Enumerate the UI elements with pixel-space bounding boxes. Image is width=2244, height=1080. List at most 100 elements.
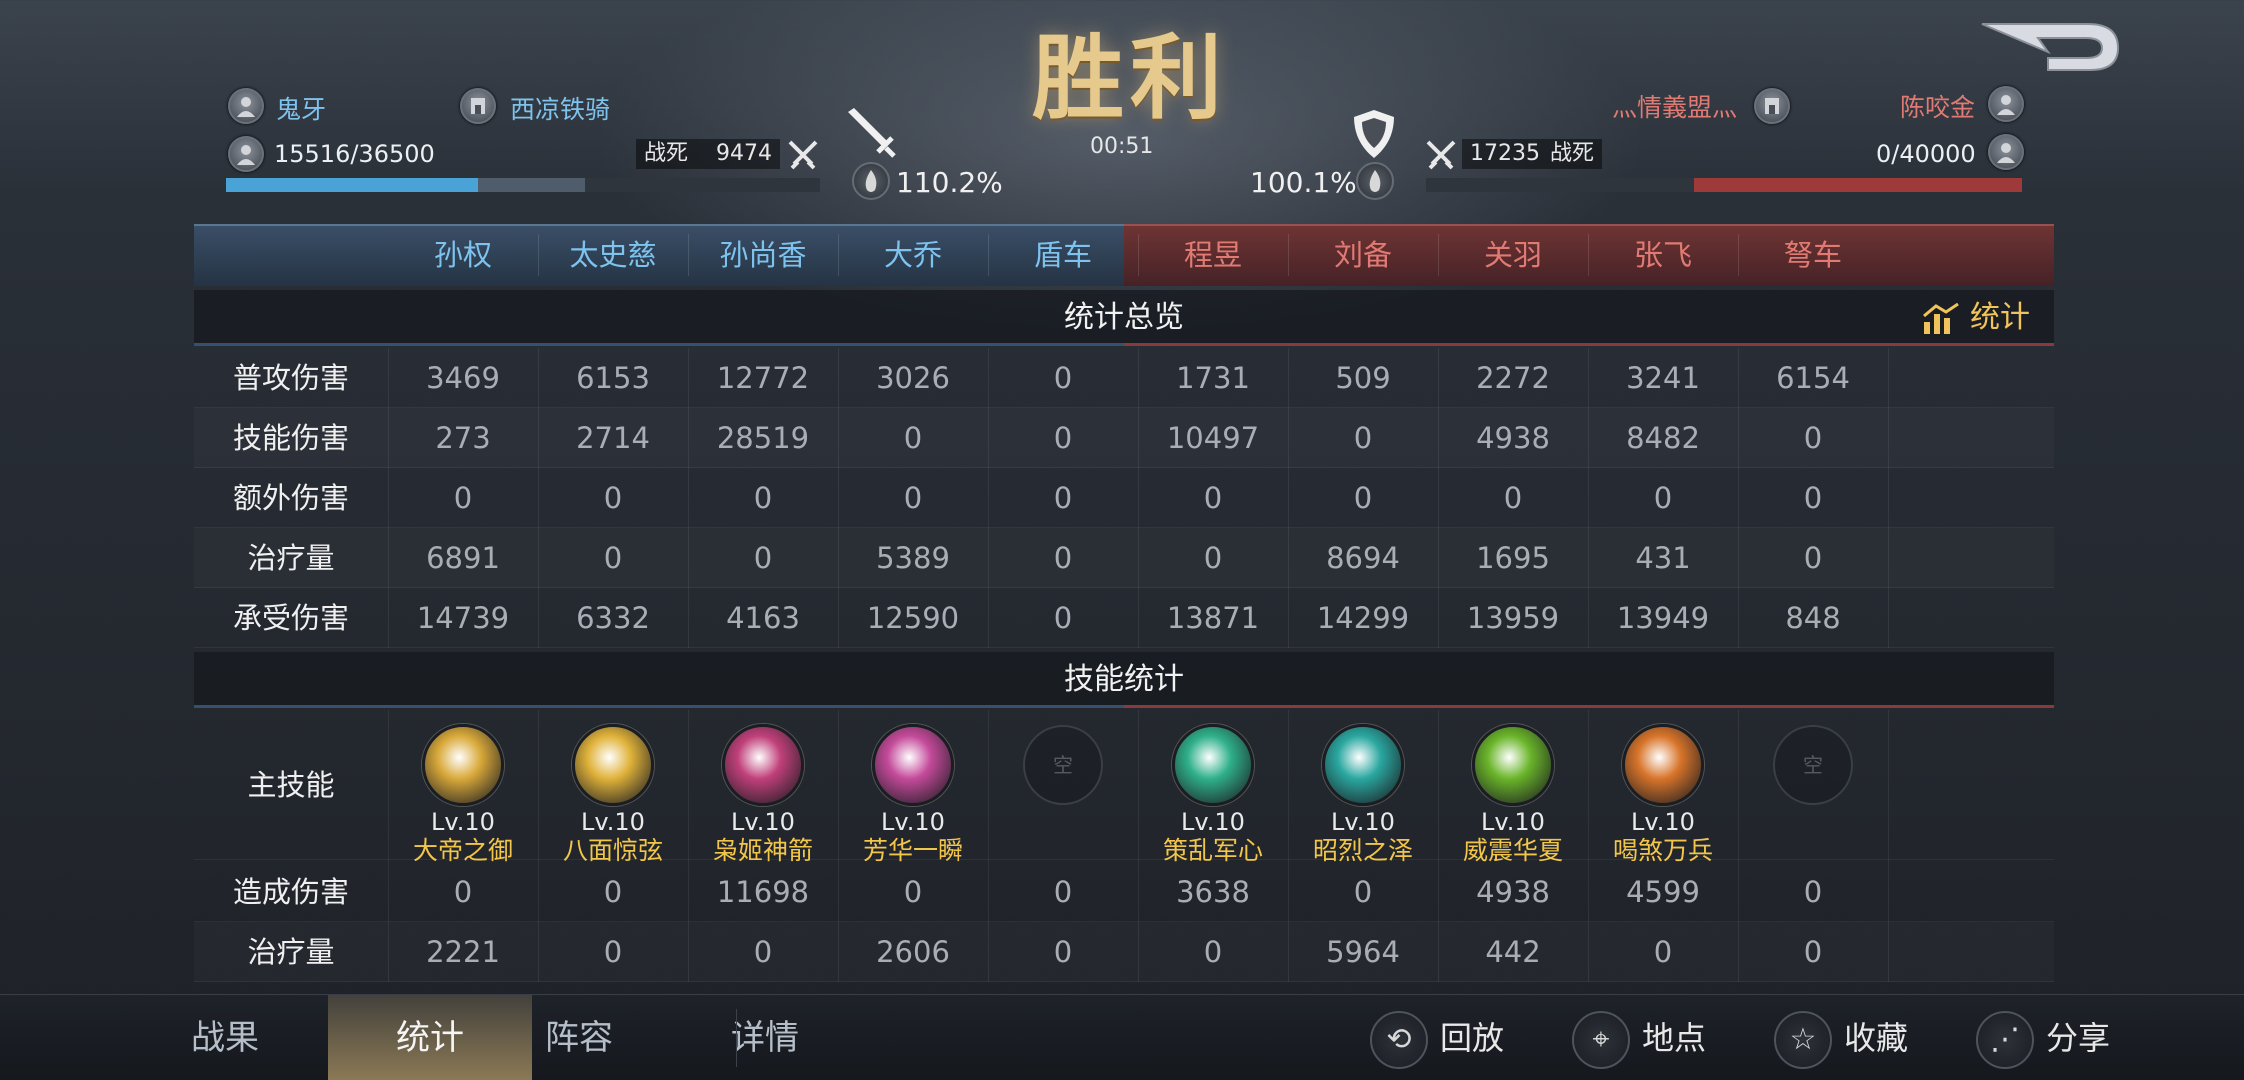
tab-stats[interactable]: 统计: [328, 995, 532, 1080]
replay-button[interactable]: ⟲ 回放: [1370, 1005, 1504, 1071]
enemy-avatar-icon[interactable]: [1988, 86, 2024, 122]
overview-title: 统计总览: [1064, 300, 1184, 335]
stat-cell: 5389: [876, 541, 950, 575]
skill-slot[interactable]: Lv.10 策乱军心: [1138, 710, 1288, 865]
stat-cell: 0: [453, 481, 473, 515]
share-label: 分享: [2046, 1019, 2111, 1057]
left-morale-icon: [852, 162, 890, 200]
stat-cell: 0: [1053, 601, 1073, 635]
stat-cell: 2221: [426, 935, 500, 969]
skill-level: Lv.10: [731, 808, 795, 836]
stat-cell: 0: [903, 875, 923, 909]
right-morale-icon: [1356, 162, 1394, 200]
tab-lineup[interactable]: 阵容: [514, 995, 644, 1080]
bar-chart-icon: [1923, 302, 1960, 334]
hero-column-header[interactable]: 刘备: [1288, 224, 1438, 286]
location-button[interactable]: ⌖ 地点: [1572, 1005, 1706, 1071]
empty-slot-icon: 空: [1023, 725, 1103, 805]
hero-column-header[interactable]: 孙尚香: [688, 224, 838, 286]
stat-cell: 509: [1335, 361, 1391, 395]
favorite-button[interactable]: ☆ 收藏: [1774, 1005, 1908, 1071]
skill-level: Lv.10: [581, 808, 645, 836]
stat-cell: 5964: [1326, 935, 1400, 969]
stat-cell: 0: [1653, 481, 1673, 515]
skill-slot[interactable]: Lv.10 八面惊弦: [538, 710, 688, 865]
skill-slot[interactable]: Lv.10 枭姬神箭: [688, 710, 838, 865]
left-kd-box: 战死 9474: [636, 139, 781, 169]
skill-slot[interactable]: Lv.10 大帝之御: [388, 710, 538, 865]
stat-row: 额外伤害 0 0 0 0 0 0 0 0 0 0: [194, 468, 2054, 528]
stat-cell: 13871: [1166, 601, 1260, 635]
main-skill-row: 主技能 Lv.10 大帝之御 Lv.10 八面惊弦 Lv.10 枭姬神箭 Lv.10 芳华一瞬空…: [194, 710, 2054, 865]
right-morale-pct: 100.1%: [1250, 166, 1357, 199]
stat-cell: 0: [603, 875, 623, 909]
hero-column-header[interactable]: 太史慈: [538, 224, 688, 286]
stat-cell: 0: [1053, 541, 1073, 575]
player-avatar-icon[interactable]: [228, 88, 264, 124]
replay-label: 回放: [1440, 1019, 1505, 1057]
share-button[interactable]: ⋰ 分享: [1976, 1005, 2110, 1071]
hero-column-header[interactable]: 盾车: [988, 224, 1138, 286]
skill-icon: [1172, 724, 1254, 806]
location-label: 地点: [1642, 1019, 1707, 1057]
skill-level: Lv.10: [431, 808, 495, 836]
stat-cell: 3469: [426, 361, 500, 395]
stat-cell: 1731: [1176, 361, 1250, 395]
hero-column-header[interactable]: 孙权: [388, 224, 538, 286]
stat-cell: 3026: [876, 361, 950, 395]
hero-column-header[interactable]: 程昱: [1138, 224, 1288, 286]
stat-cell: 0: [1053, 361, 1073, 395]
stat-row: 治疗量 6891 0 0 5389 0 0 8694 1695 431 0: [194, 528, 2054, 588]
hero-column-header[interactable]: 张飞: [1588, 224, 1738, 286]
troops-icon: [1988, 134, 2024, 170]
overview-section-header: 统计总览 统计: [194, 290, 2054, 346]
stat-row-label: 技能伤害: [232, 421, 349, 455]
stat-row: 造成伤害 0 0 11698 0 0 3638 0 4938 4599 0: [194, 862, 2054, 922]
empty-skill-slot: 空: [1738, 710, 1888, 860]
stat-cell: 0: [1353, 875, 1373, 909]
skill-icon: [1472, 724, 1554, 806]
stat-cell: 4163: [726, 601, 800, 635]
stat-cell: 2606: [876, 935, 950, 969]
stat-cell: 0: [903, 421, 923, 455]
stat-cell: 4599: [1626, 875, 1700, 909]
stat-cell: 13959: [1466, 601, 1560, 635]
stat-cell: 8482: [1626, 421, 1700, 455]
skill-slot[interactable]: Lv.10 昭烈之泽: [1288, 710, 1438, 865]
stat-cell: 0: [603, 481, 623, 515]
stat-row: 治疗量 2221 0 0 2606 0 0 5964 442 0 0: [194, 922, 2054, 982]
skill-level: Lv.10: [881, 808, 945, 836]
stat-cell: 4938: [1476, 421, 1550, 455]
skill-level: Lv.10: [1181, 808, 1245, 836]
back-arrow-icon[interactable]: [1978, 18, 2122, 76]
skill-slot[interactable]: Lv.10 喝煞万兵: [1588, 710, 1738, 865]
skill-level: Lv.10: [1481, 808, 1545, 836]
stat-cell: 0: [753, 541, 773, 575]
hero-column-header[interactable]: 关羽: [1438, 224, 1588, 286]
stat-cell: 0: [1503, 481, 1523, 515]
skill-section-header: 技能统计: [194, 652, 2054, 708]
stat-cell: 28519: [716, 421, 810, 455]
left-hp-text: 15516/36500: [274, 140, 435, 168]
left-morale-pct: 110.2%: [896, 166, 1003, 199]
stat-cell: 11698: [716, 875, 810, 909]
skill-slot[interactable]: Lv.10 威震华夏: [1438, 710, 1588, 865]
hero-column-header[interactable]: 大乔: [838, 224, 988, 286]
hero-column-header[interactable]: 弩车: [1738, 224, 1888, 286]
bottom-nav-bar: 战果 统计 阵容 详情 ⟲ 回放 ⌖ 地点 ☆ 收藏 ⋰ 分享: [0, 994, 2244, 1080]
star-icon: ☆: [1774, 1011, 1832, 1069]
skill-table: 主技能 Lv.10 大帝之御 Lv.10 八面惊弦 Lv.10 枭姬神箭 Lv.10 芳华一瞬空…: [194, 710, 2054, 992]
stat-cell: 12772: [716, 361, 810, 395]
stat-row-label: 承受伤害: [232, 601, 349, 635]
tab-result[interactable]: 战果: [150, 995, 300, 1080]
left-kd-value: 9474: [716, 141, 773, 166]
share-icon: ⋰: [1976, 1011, 2034, 1069]
stat-cell: 0: [753, 481, 773, 515]
stat-cell: 14299: [1316, 601, 1410, 635]
stat-cell: 0: [453, 875, 473, 909]
hero-header-row: 孙权 太史慈 孙尚香 大乔 盾车 程昱 刘备 关羽 张飞 弩车: [194, 224, 2054, 286]
stat-cell: 0: [1653, 935, 1673, 969]
stats-chart-button[interactable]: 统计: [1922, 290, 2030, 346]
skill-slot[interactable]: Lv.10 芳华一瞬: [838, 710, 988, 865]
tab-details[interactable]: 详情: [700, 995, 830, 1080]
